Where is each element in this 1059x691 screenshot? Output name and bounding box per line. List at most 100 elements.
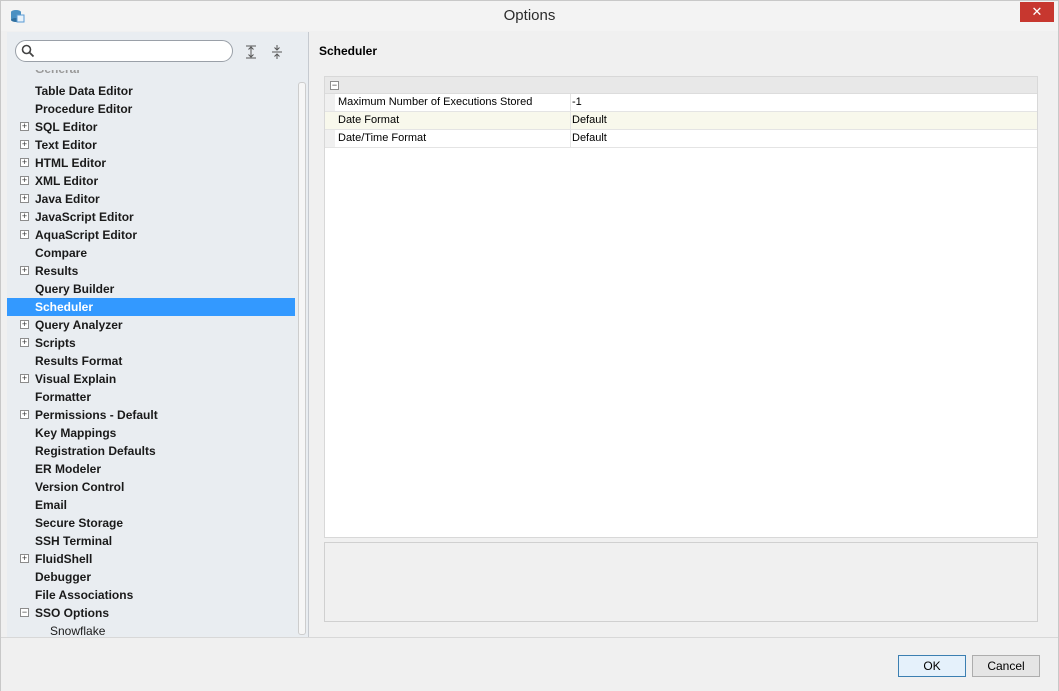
property-row[interactable]: Date Format Default bbox=[325, 112, 1037, 130]
tree-item[interactable]: + XML Editor bbox=[7, 172, 295, 190]
tree-item[interactable]: + SQL Editor bbox=[7, 118, 295, 136]
tree-item[interactable]: Snowflake bbox=[7, 622, 295, 635]
tree-item-label: Visual Explain bbox=[35, 372, 117, 386]
tree-item-label: Compare bbox=[35, 246, 88, 260]
expand-icon[interactable]: + bbox=[20, 176, 29, 185]
cancel-button[interactable]: Cancel bbox=[972, 655, 1040, 677]
tree-item-label: Text Editor bbox=[35, 138, 97, 152]
tree-item-label: Formatter bbox=[35, 390, 92, 404]
tree-item[interactable]: Formatter bbox=[7, 388, 295, 406]
expand-icon[interactable]: + bbox=[20, 320, 29, 329]
tree-item-label: ER Modeler bbox=[35, 462, 102, 476]
tree-item[interactable]: + Java Editor bbox=[7, 190, 295, 208]
tree-item[interactable]: Email bbox=[7, 496, 295, 514]
search-field[interactable] bbox=[15, 40, 233, 62]
expand-icon[interactable]: + bbox=[20, 140, 29, 149]
property-value[interactable]: Default bbox=[570, 112, 607, 129]
tree-item-label: Procedure Editor bbox=[35, 102, 133, 116]
tree-item-label: XML Editor bbox=[35, 174, 99, 188]
expand-icon[interactable]: + bbox=[20, 554, 29, 563]
tree-item[interactable]: Procedure Editor bbox=[7, 100, 295, 118]
tree-item[interactable]: General bbox=[7, 70, 295, 78]
property-row[interactable]: Date/Time Format Default bbox=[325, 130, 1037, 148]
expand-icon[interactable]: + bbox=[20, 194, 29, 203]
expand-icon[interactable]: + bbox=[20, 338, 29, 347]
title-bar: Options ✕ bbox=[1, 1, 1058, 31]
tree-item-label: Registration Defaults bbox=[35, 444, 156, 458]
property-row[interactable]: Maximum Number of Executions Stored -1 bbox=[325, 94, 1037, 112]
tree-item[interactable]: Compare bbox=[7, 244, 295, 262]
expand-all-icon[interactable] bbox=[243, 44, 259, 60]
tree-item-label: Results Format bbox=[35, 354, 123, 368]
tree-item-label: SQL Editor bbox=[35, 120, 98, 134]
collapse-icon[interactable]: − bbox=[330, 81, 339, 90]
property-group-header[interactable]: − bbox=[325, 77, 1037, 94]
tree-item[interactable]: Scheduler bbox=[7, 298, 295, 316]
property-value[interactable]: -1 bbox=[570, 94, 582, 111]
property-name: Maximum Number of Executions Stored bbox=[338, 96, 533, 108]
ok-button[interactable]: OK bbox=[898, 655, 966, 677]
expand-icon[interactable]: + bbox=[20, 230, 29, 239]
tree-item-label: Version Control bbox=[35, 480, 125, 494]
tree-item-label: Snowflake bbox=[50, 624, 106, 635]
tree-item[interactable]: Results Format bbox=[7, 352, 295, 370]
tree-item[interactable]: + Results bbox=[7, 262, 295, 280]
close-button[interactable]: ✕ bbox=[1020, 2, 1054, 22]
tree-item-label: Query Analyzer bbox=[35, 318, 123, 332]
property-value[interactable]: Default bbox=[570, 130, 607, 147]
search-input[interactable] bbox=[38, 43, 228, 59]
expand-icon[interactable]: + bbox=[20, 374, 29, 383]
dialog-footer: OK Cancel bbox=[1, 637, 1058, 691]
search-icon bbox=[21, 44, 35, 58]
tree-item-label: Secure Storage bbox=[35, 516, 124, 530]
tree-item[interactable]: + Visual Explain bbox=[7, 370, 295, 388]
options-tree: General Table Data Editor Procedure Editor… bbox=[7, 70, 295, 635]
tree-item[interactable]: + Permissions - Default bbox=[7, 406, 295, 424]
expand-icon[interactable]: + bbox=[20, 266, 29, 275]
tree-item[interactable]: Debugger bbox=[7, 568, 295, 586]
tree-item[interactable]: + AquaScript Editor bbox=[7, 226, 295, 244]
tree-item-label: AquaScript Editor bbox=[35, 228, 138, 242]
tree-item[interactable]: Version Control bbox=[7, 478, 295, 496]
tree-item-label: JavaScript Editor bbox=[35, 210, 134, 224]
tree-item[interactable]: + FluidShell bbox=[7, 550, 295, 568]
expand-icon[interactable]: + bbox=[20, 212, 29, 221]
tree-item-label: SSO Options bbox=[35, 606, 110, 620]
scrollbar-thumb[interactable] bbox=[298, 82, 306, 635]
tree-item[interactable]: + HTML Editor bbox=[7, 154, 295, 172]
tree-item[interactable]: Secure Storage bbox=[7, 514, 295, 532]
tree-item-label: Scheduler bbox=[35, 300, 94, 314]
tree-item[interactable]: Query Builder bbox=[7, 280, 295, 298]
tree-item-label: SSH Terminal bbox=[35, 534, 113, 548]
tree-item-label: Debugger bbox=[35, 570, 92, 584]
tree-item-label: General bbox=[35, 70, 80, 78]
tree-item[interactable]: + JavaScript Editor bbox=[7, 208, 295, 226]
tree-item-label: Java Editor bbox=[35, 192, 100, 206]
tree-item[interactable]: − SSO Options bbox=[7, 604, 295, 622]
tree-item[interactable]: + Text Editor bbox=[7, 136, 295, 154]
tree-item[interactable]: Table Data Editor bbox=[7, 82, 295, 100]
expand-icon[interactable]: + bbox=[20, 122, 29, 131]
page-title: Scheduler bbox=[319, 44, 378, 58]
tree-item[interactable]: + Scripts bbox=[7, 334, 295, 352]
tree-scrollbar[interactable] bbox=[296, 70, 308, 637]
expand-icon[interactable]: + bbox=[20, 410, 29, 419]
close-icon: ✕ bbox=[1031, 4, 1043, 19]
collapse-all-icon[interactable] bbox=[269, 44, 285, 60]
tree-item[interactable]: SSH Terminal bbox=[7, 532, 295, 550]
tree-item[interactable]: + Query Analyzer bbox=[7, 316, 295, 334]
tree-item-label: File Associations bbox=[35, 588, 134, 602]
tree-item-label: Permissions - Default bbox=[35, 408, 158, 422]
tree-item[interactable]: Key Mappings bbox=[7, 424, 295, 442]
tree-item[interactable]: File Associations bbox=[7, 586, 295, 604]
settings-panel: Scheduler − Maximum Number of Executions… bbox=[310, 32, 1058, 637]
tree-item[interactable]: Registration Defaults bbox=[7, 442, 295, 460]
options-dialog: Options ✕ GeneralTable Data Edito bbox=[0, 0, 1059, 691]
expand-icon[interactable]: + bbox=[20, 158, 29, 167]
options-navigation-panel: General Table Data Editor Procedure Editor… bbox=[7, 32, 309, 637]
tree-item-label: FluidShell bbox=[35, 552, 93, 566]
collapse-icon[interactable]: − bbox=[20, 608, 29, 617]
property-name: Date/Time Format bbox=[338, 132, 427, 144]
tree-item[interactable]: ER Modeler bbox=[7, 460, 295, 478]
property-description-box bbox=[324, 542, 1038, 622]
